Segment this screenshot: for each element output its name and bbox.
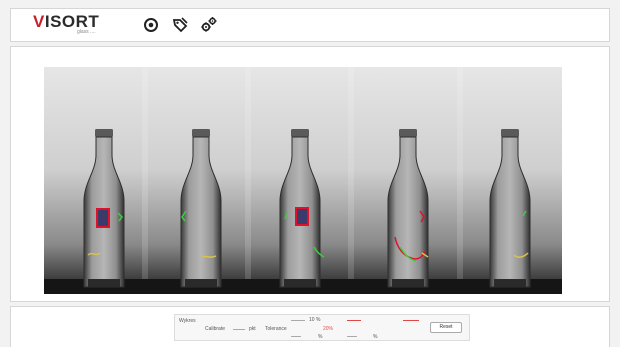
eye-icon[interactable]	[142, 16, 160, 34]
calibrate-label: Calibrate	[205, 326, 226, 332]
field-value-4: %	[318, 334, 323, 340]
legend-line	[347, 336, 357, 337]
settings-panel: Wykres Calibrate pkt Tolerance 10 % 20% …	[174, 314, 470, 341]
settings-title: Wykres	[179, 318, 196, 324]
legend-line	[291, 320, 305, 321]
app-logo: VISORT glass ....	[33, 12, 100, 35]
inspection-image[interactable]	[44, 67, 562, 294]
tolerance-label: Tolerance	[265, 326, 287, 332]
reset-button[interactable]: Reset	[430, 322, 462, 333]
defect-marker[interactable]	[96, 208, 110, 228]
tag-icon[interactable]	[171, 16, 189, 34]
inspection-panel	[10, 46, 610, 302]
legend-line	[291, 336, 301, 337]
legend-line-red	[403, 320, 419, 321]
settings-footer: Wykres Calibrate pkt Tolerance 10 % 20% …	[10, 306, 610, 347]
gears-icon[interactable]	[200, 16, 218, 34]
field-value-5: %	[373, 334, 378, 340]
top-toolbar: VISORT glass ....	[10, 8, 610, 42]
logo-tagline: glass ....	[77, 29, 96, 35]
field-value-2: 10 %	[309, 317, 321, 323]
legend-line-red	[347, 320, 361, 321]
field-value-3: 20%	[323, 326, 334, 332]
legend-line	[233, 329, 245, 330]
defect-marker[interactable]	[295, 207, 309, 226]
field-value-1: pkt	[249, 326, 256, 332]
